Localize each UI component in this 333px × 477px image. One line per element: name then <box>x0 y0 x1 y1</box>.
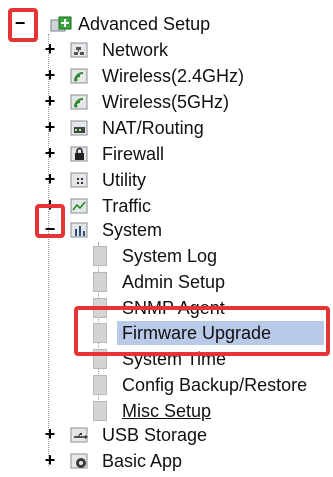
wireless-icon <box>70 92 92 112</box>
page-icon <box>93 375 107 395</box>
router-icon <box>70 118 92 138</box>
tree-item-label: Wireless(5GHz) <box>102 92 230 112</box>
expand-icon[interactable]: + <box>44 118 56 136</box>
system-chart-icon <box>70 220 92 240</box>
expand-icon[interactable]: + <box>44 144 56 162</box>
wireless-icon <box>70 66 92 86</box>
highlight-box-root-toggle <box>8 8 38 42</box>
tree-item-label: Basic App <box>102 451 183 471</box>
tree-item-label: USB Storage <box>102 425 208 445</box>
expand-icon[interactable]: + <box>44 451 56 469</box>
traffic-chart-icon <box>70 196 92 216</box>
tree-item-label: NAT/Routing <box>102 118 204 138</box>
utility-icon <box>70 170 92 190</box>
page-icon <box>93 272 107 292</box>
tree-item-label: Config Backup/Restore <box>122 375 308 395</box>
tree-item-usb-storage[interactable]: + USB Storage <box>0 423 333 447</box>
tree-item-misc-setup[interactable]: Misc Setup <box>0 399 333 423</box>
tree-item-nat-routing[interactable]: + NAT/Routing <box>0 116 333 140</box>
expand-icon[interactable]: + <box>44 40 56 58</box>
highlight-box-firmware-upgrade <box>74 306 330 356</box>
navigation-tree: − Advanced Setup + Network + Wireless(2.… <box>0 0 333 477</box>
tree-item-wireless-2-4ghz[interactable]: + Wireless(2.4GHz) <box>0 64 333 88</box>
tree-item-label: Admin Setup <box>122 272 226 292</box>
tree-item-label: Misc Setup <box>122 401 212 421</box>
tree-item-label: Firewall <box>102 144 165 164</box>
tree-item-label: System Log <box>122 246 218 266</box>
tree-item-label: Network <box>102 40 169 60</box>
highlight-box-system-toggle <box>35 204 65 238</box>
tree-item-label: Wireless(2.4GHz) <box>102 66 245 86</box>
usb-icon <box>70 425 92 445</box>
lock-icon <box>70 144 92 164</box>
tree-item-label: Advanced Setup <box>78 14 211 34</box>
tree-item-config-backup-restore[interactable]: Config Backup/Restore <box>0 373 333 397</box>
page-icon <box>93 246 107 266</box>
expand-icon[interactable]: + <box>44 92 56 110</box>
expand-icon[interactable]: + <box>44 66 56 84</box>
tree-item-utility[interactable]: + Utility <box>0 168 333 192</box>
expand-icon[interactable]: + <box>44 425 56 443</box>
tree-item-label: System <box>102 220 163 240</box>
network-icon <box>70 40 92 60</box>
tree-item-advanced-setup[interactable]: − Advanced Setup <box>0 12 333 36</box>
folder-plus-icon <box>50 14 72 34</box>
tree-item-label: Utility <box>102 170 146 190</box>
page-icon <box>93 401 107 421</box>
tree-item-firewall[interactable]: + Firewall <box>0 142 333 166</box>
app-gear-icon <box>70 451 92 471</box>
tree-item-admin-setup[interactable]: Admin Setup <box>0 270 333 294</box>
tree-item-system-log[interactable]: System Log <box>0 244 333 268</box>
tree-item-label: Traffic <box>102 196 152 216</box>
tree-item-basic-app[interactable]: + Basic App <box>0 449 333 473</box>
expand-icon[interactable]: + <box>44 170 56 188</box>
tree-item-network[interactable]: + Network <box>0 38 333 62</box>
tree-item-wireless-5ghz[interactable]: + Wireless(5GHz) <box>0 90 333 114</box>
